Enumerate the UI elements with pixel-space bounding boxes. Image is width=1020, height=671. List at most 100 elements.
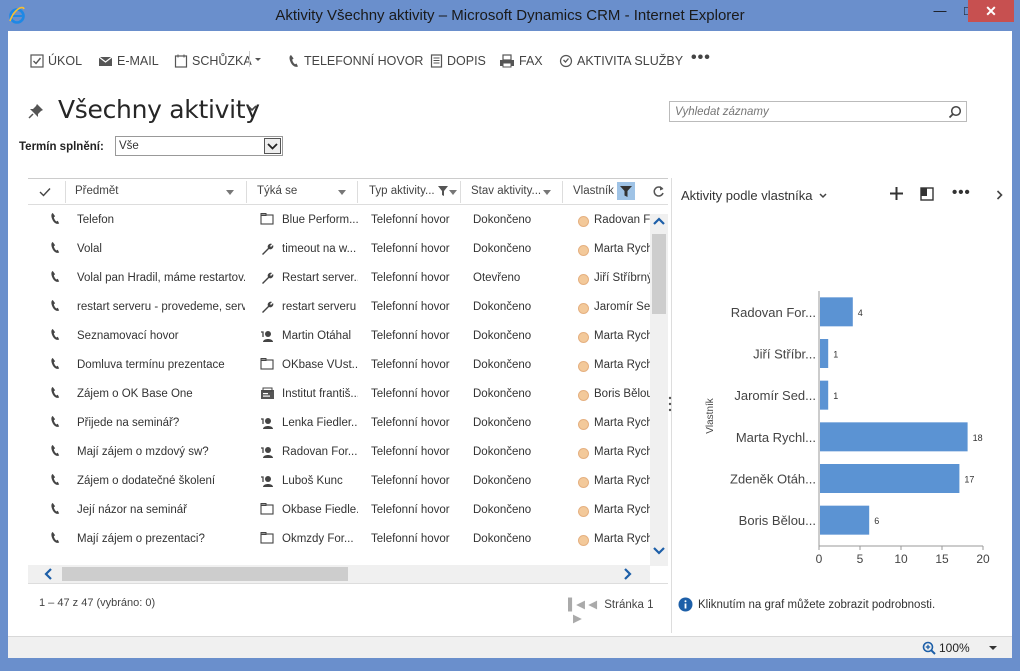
expand-chart-chevron-icon[interactable] <box>996 190 1003 200</box>
cell-regarding[interactable]: Okmzdy For... <box>282 533 358 545</box>
more-commands-button[interactable]: ••• <box>691 49 711 66</box>
column-header-type[interactable]: Typ aktivity... <box>369 185 435 197</box>
table-row[interactable]: Zájem o dodatečné školení Luboš Kunc Telef… <box>28 466 650 495</box>
zoom-dropdown-icon[interactable] <box>988 645 998 651</box>
table-row[interactable]: Mají zájem o prezentaci? Okmzdy For... Tel… <box>28 524 650 553</box>
cell-subject[interactable]: Její názor na seminář <box>77 504 245 516</box>
cell-subject[interactable]: Zájem o dodatečné školení <box>77 475 245 487</box>
table-row[interactable]: Domluva termínu prezentace OKbase VUst...… <box>28 350 650 379</box>
scroll-right-icon[interactable] <box>623 568 632 580</box>
chart-bar[interactable] <box>820 339 829 368</box>
scroll-left-icon[interactable] <box>44 568 53 580</box>
cell-subject[interactable]: Mají zájem o prezentaci? <box>77 533 245 545</box>
table-row[interactable]: Volal timeout na w... Telefonní hovor Dokon… <box>28 234 650 263</box>
vertical-scroll-thumb[interactable] <box>652 234 666 314</box>
scroll-down-icon[interactable] <box>653 546 665 555</box>
cell-regarding[interactable]: OKbase VUst... <box>282 359 358 371</box>
cell-regarding[interactable]: Institut františ... <box>282 388 358 400</box>
cell-owner[interactable]: Marta Rychl <box>594 446 650 458</box>
horizontal-scrollbar[interactable] <box>28 565 650 583</box>
cell-subject[interactable]: Zájem o OK Base One <box>77 388 245 400</box>
new-phone-call-button[interactable]: TELEFONNÍ HOVOR <box>288 53 423 69</box>
chart-bar[interactable] <box>820 297 853 327</box>
cell-subject[interactable]: Volal pan Hradil, máme restartov... <box>77 272 245 284</box>
pin-icon[interactable] <box>28 103 44 119</box>
cell-regarding[interactable]: restart serveru <box>282 301 358 313</box>
zoom-control[interactable]: 100% <box>922 641 998 655</box>
cell-owner[interactable]: Marta Rychl <box>594 533 650 545</box>
new-task-button[interactable]: ÚKOL <box>30 53 82 69</box>
column-header-status[interactable]: Stav aktivity... <box>471 185 541 197</box>
cell-owner[interactable]: Jaromír Sed <box>594 301 650 313</box>
sort-chevron-icon[interactable] <box>226 190 234 195</box>
cell-subject[interactable]: Seznamovací hovor <box>77 330 245 342</box>
cell-owner[interactable]: Marta Rychl <box>594 475 650 487</box>
next-page-icon[interactable]: ▶ <box>573 613 582 625</box>
grid-filter-toggle-button[interactable] <box>617 182 635 200</box>
cell-owner[interactable]: Jiří Stříbrný <box>594 272 650 284</box>
more-activities-dropdown[interactable] <box>249 51 267 67</box>
new-fax-button[interactable]: FAX <box>499 53 543 69</box>
scroll-up-icon[interactable] <box>653 217 665 226</box>
search-input[interactable] <box>670 102 940 121</box>
cell-owner[interactable]: Marta Rychl <box>594 504 650 516</box>
new-appointment-button[interactable]: SCHŮZKA <box>174 53 252 69</box>
chart-bar[interactable] <box>820 505 870 535</box>
new-email-button[interactable]: E-MAIL <box>98 53 159 69</box>
cell-regarding[interactable]: Luboš Kunc <box>282 475 358 487</box>
column-header-owner[interactable]: Vlastník <box>573 185 614 197</box>
sort-chevron-icon[interactable] <box>338 190 346 195</box>
cell-owner[interactable]: Radovan For <box>594 214 650 226</box>
cell-owner[interactable]: Marta Rychl <box>594 359 650 371</box>
cell-subject[interactable]: restart serveru - provedeme, serv... <box>77 301 245 313</box>
first-page-icon[interactable]: ▌◀ <box>568 599 585 611</box>
chart-bar[interactable] <box>820 464 960 493</box>
add-chart-icon[interactable] <box>890 187 903 200</box>
table-row[interactable]: Volal pan Hradil, máme restartov... Resta… <box>28 263 650 292</box>
cell-regarding[interactable]: Lenka Fiedler... <box>282 417 358 429</box>
splitter-grip-icon[interactable] <box>667 395 673 413</box>
cell-regarding[interactable]: Martin Otáhal <box>282 330 358 342</box>
select-all-checkmark-icon[interactable] <box>39 187 51 197</box>
new-service-activity-button[interactable]: AKTIVITA SLUŽBY <box>559 53 683 69</box>
view-selector-chevron-icon[interactable] <box>246 103 258 113</box>
sort-chevron-icon[interactable] <box>543 190 551 195</box>
new-letter-button[interactable]: DOPIS <box>430 53 486 69</box>
minimize-button[interactable]: — <box>926 0 954 22</box>
chart-bar[interactable] <box>820 422 968 452</box>
column-header-subject[interactable]: Předmět <box>75 185 118 197</box>
chart-bar[interactable] <box>820 380 829 410</box>
cell-owner[interactable]: Boris Bělous <box>594 388 650 400</box>
cell-regarding[interactable]: Blue Perform... <box>282 214 358 226</box>
due-filter-select[interactable]: Vše <box>115 136 283 156</box>
column-header-regarding[interactable]: Týká se <box>257 185 297 197</box>
cell-regarding[interactable]: Restart server... <box>282 272 358 284</box>
vertical-scrollbar[interactable] <box>650 214 668 566</box>
owner-bar-chart[interactable]: Radovan For... 4 Jiří Stříbr... 1 Jaromír Se… <box>688 241 998 571</box>
view-title[interactable]: Všechny aktivity <box>58 95 260 124</box>
horizontal-scroll-thumb[interactable] <box>62 567 348 581</box>
close-button[interactable]: ✕ <box>968 0 1014 22</box>
table-row[interactable]: Přijede na seminář? Lenka Fiedler... Telef… <box>28 408 650 437</box>
sort-chevron-icon[interactable] <box>449 190 457 195</box>
cell-regarding[interactable]: Radovan For... <box>282 446 358 458</box>
refresh-icon[interactable] <box>652 185 665 198</box>
table-row[interactable]: Její názor na seminář Okbase Fiedle... Tel… <box>28 495 650 524</box>
cell-owner[interactable]: Marta Rychl <box>594 330 650 342</box>
table-row[interactable]: Mají zájem o mzdový sw? Radovan For... Tel… <box>28 437 650 466</box>
prev-page-icon[interactable]: ◀ <box>588 599 597 611</box>
cell-subject[interactable]: Přijede na seminář? <box>77 417 245 429</box>
chart-more-button[interactable]: ••• <box>952 184 971 201</box>
table-row[interactable]: Zájem o OK Base One Institut františ... Te… <box>28 379 650 408</box>
cell-subject[interactable]: Telefon <box>77 214 245 226</box>
table-row[interactable]: Seznamovací hovor Martin Otáhal Telefonní … <box>28 321 650 350</box>
cell-subject[interactable]: Volal <box>77 243 245 255</box>
cell-regarding[interactable]: timeout na w... <box>282 243 358 255</box>
chart-layout-icon[interactable] <box>920 187 934 201</box>
cell-owner[interactable]: Marta Rychl <box>594 243 650 255</box>
dropdown-arrow-icon[interactable] <box>264 138 281 154</box>
cell-subject[interactable]: Domluva termínu prezentace <box>77 359 245 371</box>
cell-owner[interactable]: Marta Rychl <box>594 417 650 429</box>
table-row[interactable]: Telefon Blue Perform... Telefonní hovor Dok… <box>28 205 650 234</box>
table-row[interactable]: restart serveru - provedeme, serv... rest… <box>28 292 650 321</box>
